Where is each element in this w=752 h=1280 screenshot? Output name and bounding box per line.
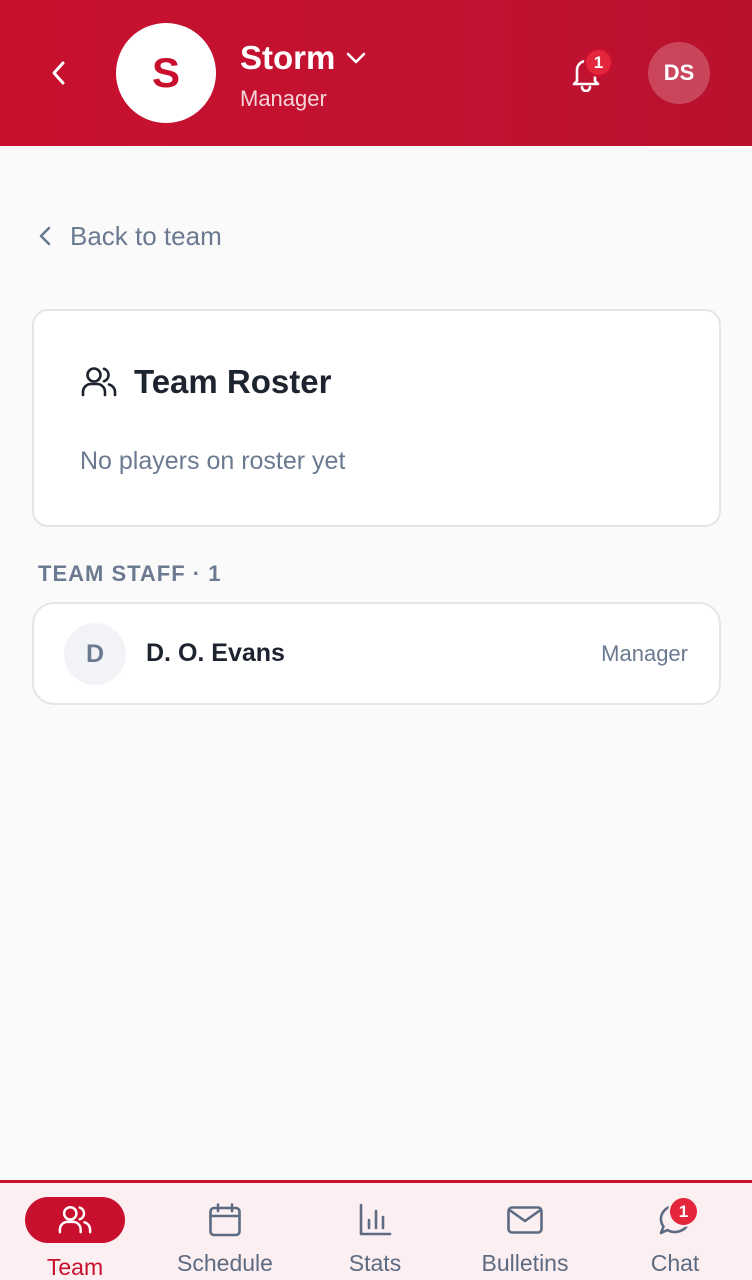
users-icon xyxy=(58,1206,92,1234)
team-staff-heading: TEAM STAFF · 1 xyxy=(38,561,222,586)
staff-member-row[interactable]: D D. O. Evans Manager xyxy=(32,602,721,705)
chevron-left-icon xyxy=(52,61,65,85)
staff-name: D. O. Evans xyxy=(146,639,285,667)
nav-tab-team[interactable]: Team xyxy=(0,1183,150,1280)
chevron-down-icon xyxy=(347,52,366,64)
user-avatar[interactable]: DS xyxy=(648,42,710,104)
roster-empty-message: No players on roster yet xyxy=(80,447,346,475)
nav-bulletins-icon-wrap xyxy=(475,1197,575,1243)
nav-tab-schedule[interactable]: Schedule xyxy=(150,1183,300,1280)
team-logo-initial: S xyxy=(151,49,180,96)
nav-tab-stats[interactable]: Stats xyxy=(300,1183,450,1280)
header-back-button[interactable] xyxy=(40,53,78,93)
back-to-team-link[interactable]: Back to team xyxy=(36,214,222,258)
chat-unread-badge: 1 xyxy=(668,1196,699,1227)
nav-schedule-icon-wrap xyxy=(175,1197,275,1243)
team-switcher[interactable]: Storm xyxy=(240,38,367,78)
nav-label-chat: Chat xyxy=(650,1250,700,1276)
team-name: Storm xyxy=(240,39,336,76)
roster-title-row: Team Roster xyxy=(80,363,331,401)
user-initials: DS xyxy=(663,60,695,85)
nav-team-icon-pill xyxy=(25,1197,125,1243)
staff-role: Manager xyxy=(601,641,688,666)
back-to-team-label: Back to team xyxy=(70,220,222,251)
chevron-left-icon xyxy=(39,226,51,246)
staff-avatar-initial: D xyxy=(85,639,105,668)
nav-label-stats: Stats xyxy=(348,1250,402,1276)
nav-label-bulletins: Bulletins xyxy=(481,1250,569,1276)
bar-chart-icon xyxy=(359,1203,392,1236)
nav-label-schedule: Schedule xyxy=(177,1250,273,1276)
team-role: Manager xyxy=(240,86,327,111)
team-logo[interactable]: S xyxy=(116,23,216,123)
calendar-icon xyxy=(209,1203,241,1237)
nav-tab-bulletins[interactable]: Bulletins xyxy=(450,1183,600,1280)
users-icon xyxy=(81,367,117,397)
team-roster-card: Team Roster No players on roster yet xyxy=(32,309,721,527)
roster-title: Team Roster xyxy=(134,363,332,400)
mail-icon xyxy=(507,1206,543,1234)
nav-label-team: Team xyxy=(46,1254,104,1280)
bottom-navigation: Team Schedule Stats Bulletins Chat xyxy=(0,1180,752,1280)
staff-avatar: D xyxy=(64,623,126,685)
nav-stats-icon-wrap xyxy=(325,1197,425,1243)
notification-badge: 1 xyxy=(584,48,613,77)
app-header: S Storm Manager 1 DS xyxy=(0,0,752,146)
